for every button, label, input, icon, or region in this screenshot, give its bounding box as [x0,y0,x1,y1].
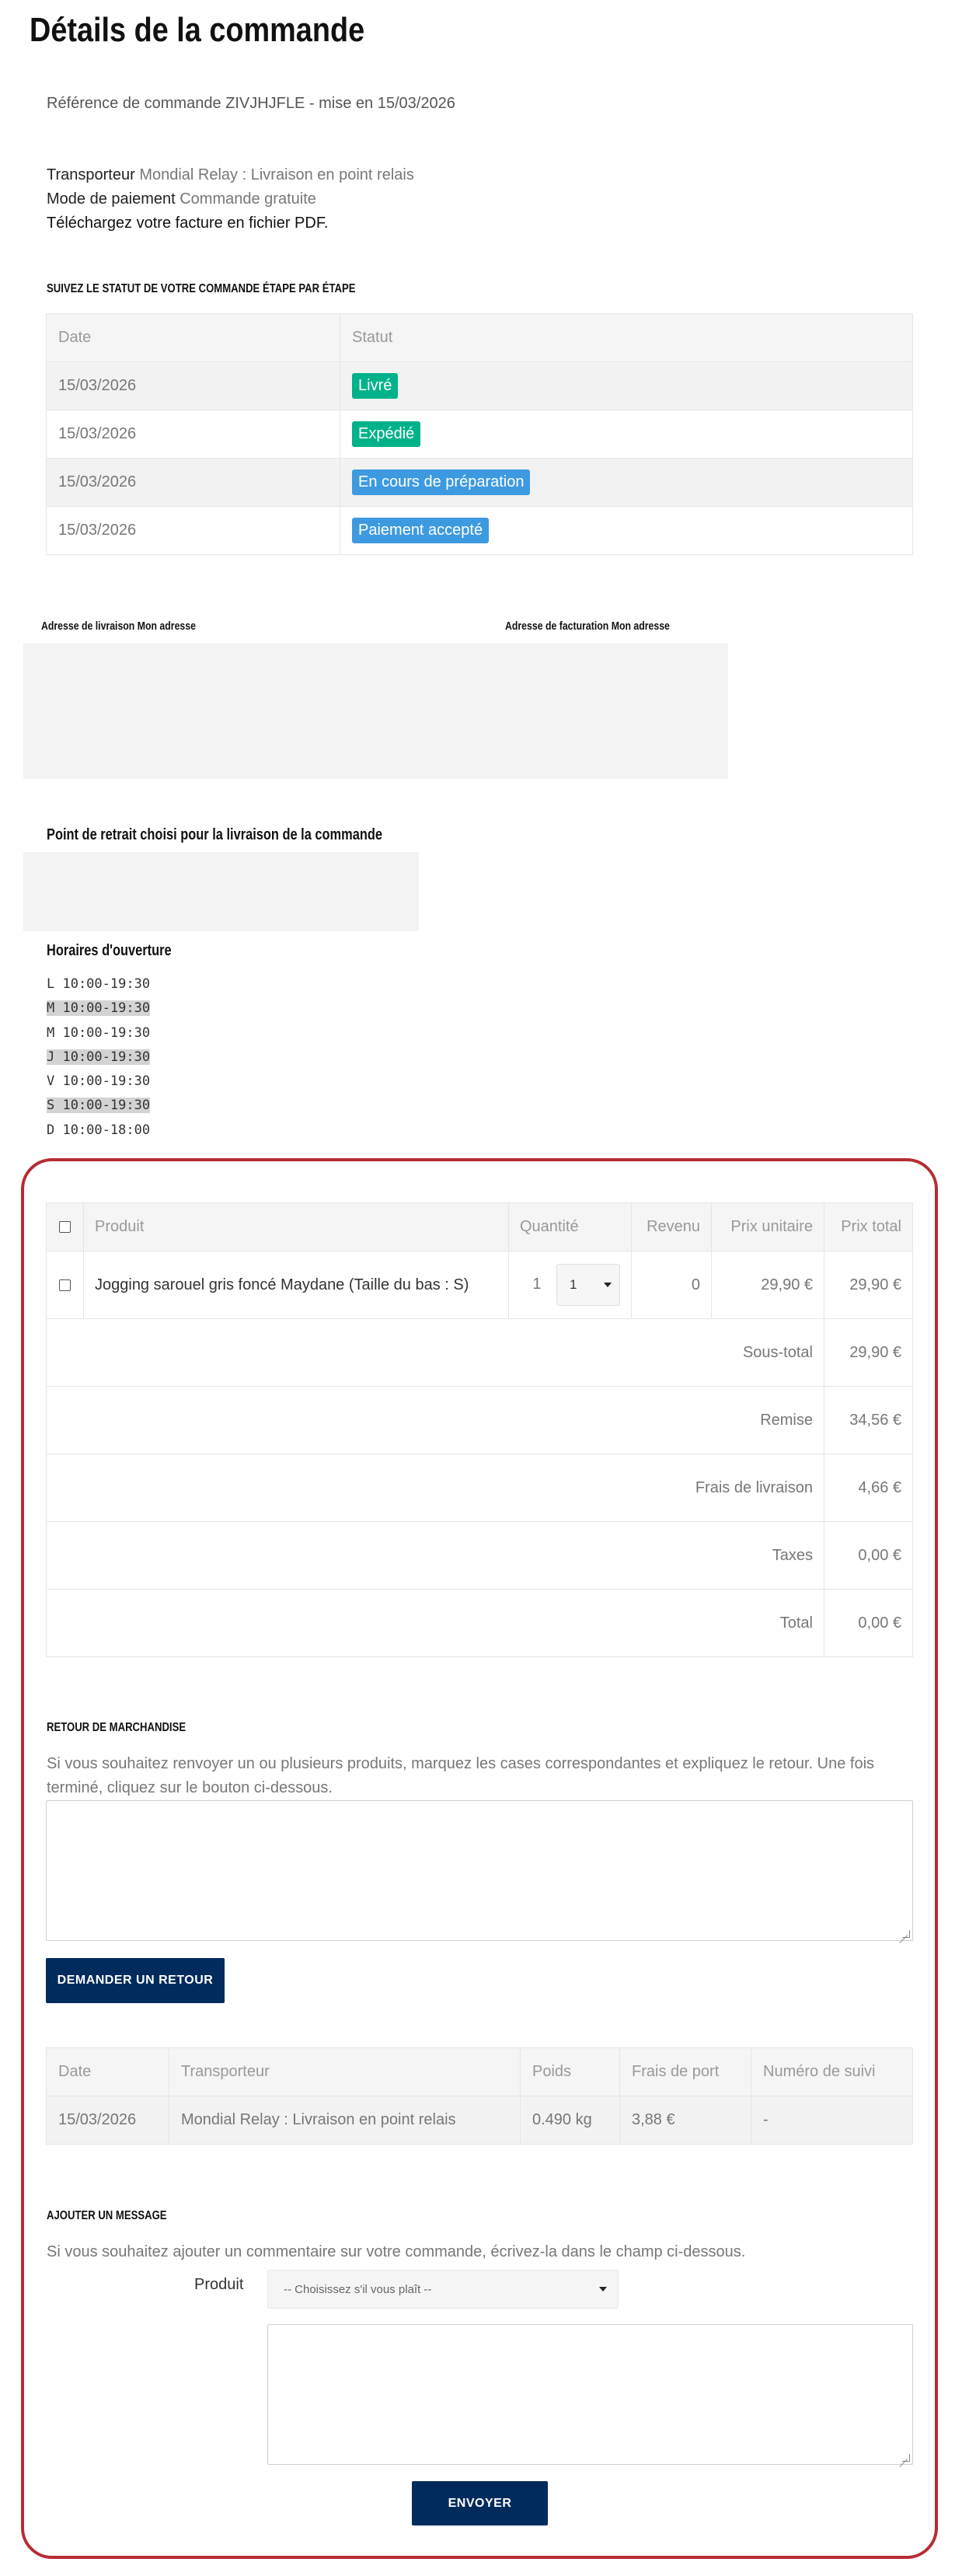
totals-label: Total [46,1589,824,1657]
message-description: Si vous souhaitez ajouter un commentaire… [47,2243,746,2260]
ship-tracking: - [751,2096,913,2145]
payment-value: Commande gratuite [180,190,316,208]
message-product-label: Produit [194,2276,244,2293]
hours-line: L 10:00-19:30 [47,976,151,992]
totals-label: Taxes [46,1521,824,1590]
send-message-button[interactable]: Envoyer [412,2481,548,2525]
message-product-select[interactable]: -- Choisissez s'il vous plaît -- [267,2270,619,2309]
pickup-title: Point de retrait choisi pour la livraiso… [47,826,382,843]
billing-address-label: Adresse de facturation Mon adresse [505,620,670,633]
ship-header-tracking: Numéro de suivi [751,2047,913,2096]
totals-value: 0,00 € [824,1589,913,1657]
carrier-value: Mondial Relay : Livraison en point relai… [139,166,414,183]
product-unit-price: 29,90 € [711,1251,824,1319]
pickup-point-block [23,852,419,931]
chevron-down-icon [604,1283,612,1287]
invoice-pdf-link[interactable]: Téléchargez votre facture en fichier PDF… [47,211,414,236]
returns-textarea[interactable] [46,1800,913,1941]
ship-header-fee: Frais de port [619,2047,751,2096]
totals-label: Frais de livraison [46,1454,824,1522]
header-revenue: Revenu [631,1202,712,1251]
totals-row: Remise 34,56 € [46,1386,913,1454]
chevron-down-icon [599,2287,607,2292]
status-date: 15/03/2026 [46,506,340,555]
status-badge: Expédié [352,421,421,447]
message-textarea[interactable] [267,2324,913,2465]
shipping-table: Date Transporteur Poids Frais de port Nu… [46,2047,913,2145]
product-revenue: 0 [631,1251,712,1319]
returns-description: Si vous souhaitez renvoyer un ou plusieu… [47,1755,875,1796]
totals-value: 34,56 € [824,1386,913,1454]
totals-row: Total 0,00 € [46,1589,913,1657]
ship-fee: 3,88 € [619,2096,751,2145]
totals-value: 29,90 € [824,1318,913,1387]
product-total-price: 29,90 € [824,1251,913,1319]
totals-row: Sous-total 29,90 € [46,1318,913,1387]
request-return-button[interactable]: Demander un retour [46,1958,225,2003]
hours-line: V 10:00-19:30 [47,1073,151,1090]
return-quantity-select[interactable]: 1 [556,1264,620,1306]
delivery-address-label: Adresse de livraison Mon adresse [41,620,196,633]
return-quantity-value: 1 [570,1277,577,1292]
totals-label: Remise [46,1386,824,1454]
header-total-price: Prix total [824,1202,913,1251]
resize-handle-icon[interactable] [902,1930,910,1938]
hours-line: D 10:00-18:00 [47,1122,151,1138]
status-table: Date Statut 15/03/2026 Livré 15/03/2026 … [46,313,913,555]
product-name: Jogging sarouel gris foncé Maydane (Tail… [83,1251,509,1319]
ship-carrier: Mondial Relay : Livraison en point relai… [169,2096,521,2145]
order-info: Transporteur Mondial Relay : Livraison e… [47,163,414,236]
ship-weight: 0.490 kg [520,2096,620,2145]
carrier-label: Transporteur [47,166,135,183]
order-reference: Référence de commande ZIVJHJFLE - mise e… [47,95,455,112]
product-quantity: 1 [532,1276,542,1293]
message-product-select-value: -- Choisissez s'il vous plaît -- [284,2282,432,2296]
header-quantity: Quantité [508,1202,632,1251]
status-header-status: Statut [340,313,913,362]
status-badge: Livré [352,373,399,399]
payment-label: Mode de paiement [47,190,176,208]
shipping-row: 15/03/2026 Mondial Relay : Livraison en … [46,2096,913,2145]
totals-value: 0,00 € [824,1521,913,1590]
hours-line: J 10:00-19:30 [47,1049,151,1065]
address-block [23,644,728,779]
header-unit-price: Prix unitaire [711,1202,824,1251]
totals-row: Taxes 0,00 € [46,1521,913,1590]
product-checkbox[interactable] [59,1279,71,1291]
status-date: 15/03/2026 [46,458,340,507]
page-title: Détails de la commande [30,11,365,49]
header-product: Produit [83,1202,509,1251]
products-table: Produit Quantité Revenu Prix unitaire Pr… [46,1202,913,1657]
product-row: Jogging sarouel gris foncé Maydane (Tail… [46,1251,913,1319]
ship-header-weight: Poids [520,2047,620,2096]
select-all-checkbox[interactable] [59,1221,71,1234]
hours-line: M 10:00-19:30 [47,1000,151,1017]
status-row: 15/03/2026 Paiement accepté [46,506,913,555]
hours-line: M 10:00-19:30 [47,1024,151,1041]
status-header-date: Date [46,313,340,362]
ship-header-date: Date [46,2047,169,2096]
status-badge: En cours de préparation [352,469,531,495]
totals-value: 4,66 € [824,1454,913,1522]
totals-label: Sous-total [46,1318,824,1387]
hours-line: S 10:00-19:30 [47,1098,151,1114]
opening-hours-list: L 10:00-19:30 M 10:00-19:30 M 10:00-19:3… [47,972,151,1143]
opening-hours-title: Horaires d'ouverture [47,942,172,959]
status-date: 15/03/2026 [46,410,340,459]
status-row: 15/03/2026 En cours de préparation [46,458,913,507]
ship-header-carrier: Transporteur [169,2047,521,2096]
ship-date: 15/03/2026 [46,2096,169,2145]
status-row: 15/03/2026 Expédié [46,410,913,459]
returns-title: Retour de marchandise [47,1721,186,1734]
status-badge: Paiement accepté [352,518,490,543]
resize-handle-icon[interactable] [902,2454,910,2462]
status-section-title: Suivez le statut de votre commande étape… [47,282,356,295]
message-title: Ajouter un message [47,2209,167,2222]
status-row: 15/03/2026 Livré [46,361,913,410]
status-date: 15/03/2026 [46,361,340,410]
totals-row: Frais de livraison 4,66 € [46,1454,913,1522]
